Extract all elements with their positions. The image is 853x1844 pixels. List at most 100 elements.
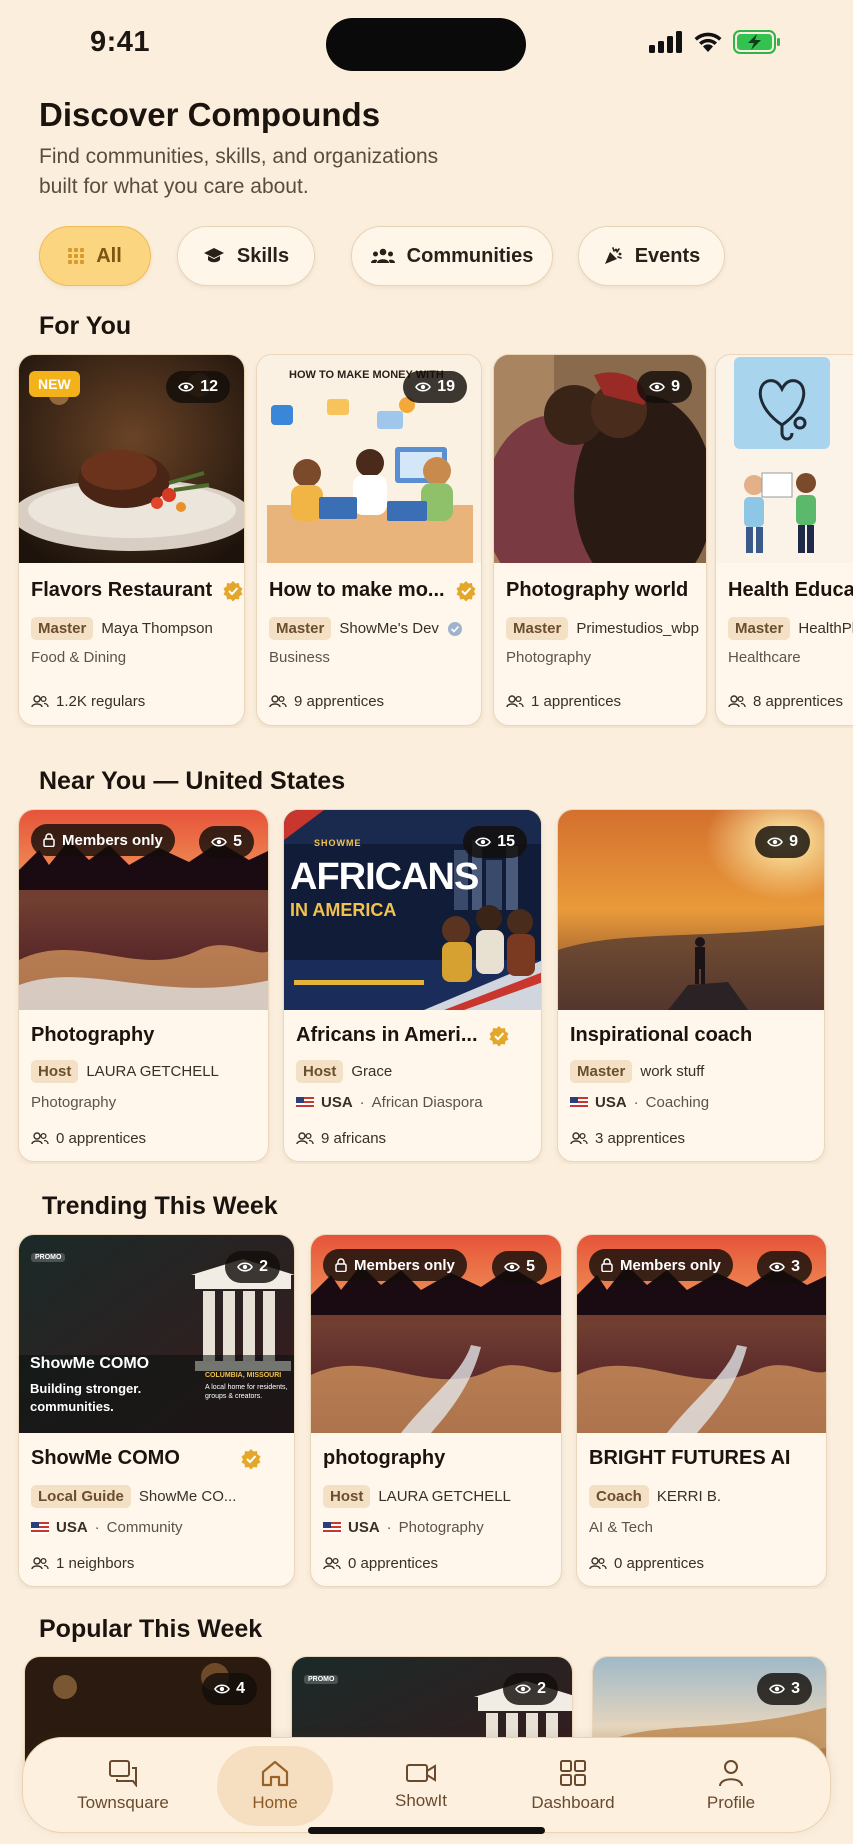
location-category-line: USA · Photography bbox=[323, 1519, 484, 1536]
member-count: 1 neighbors bbox=[56, 1555, 135, 1572]
members-only-label: Members only bbox=[62, 831, 163, 849]
host-name: work stuff bbox=[640, 1063, 705, 1080]
compound-card[interactable]: Members only 3 BRIGHT FUTURES AI Coach K… bbox=[576, 1234, 827, 1587]
country: USA bbox=[321, 1094, 353, 1111]
filter-chip-all[interactable]: All bbox=[39, 226, 151, 286]
members-only-pill: Members only bbox=[323, 1249, 467, 1281]
host-name: LAURA GETCHELL bbox=[378, 1488, 511, 1505]
people-outline-icon bbox=[570, 1132, 588, 1145]
card-title[interactable]: Flavors Restaurant bbox=[31, 579, 244, 602]
member-count: 3 apprentices bbox=[595, 1130, 686, 1147]
for-you-row[interactable]: NEW 12 Flavors Restaurant Master Maya Th… bbox=[0, 354, 853, 728]
member-count-line: 0 apprentices bbox=[589, 1555, 704, 1572]
compound-card[interactable]: NEW 12 Flavors Restaurant Master Maya Th… bbox=[18, 354, 245, 726]
verified-check-icon bbox=[447, 621, 462, 636]
category-line: Food & Dining bbox=[31, 649, 126, 666]
compound-card[interactable]: 9 Inspirational coach Master work stuff … bbox=[557, 809, 825, 1162]
dashboard-grid-icon bbox=[560, 1760, 586, 1786]
role-tag: Host bbox=[31, 1060, 79, 1083]
role-tag: Master bbox=[728, 617, 791, 640]
filter-chip-communities[interactable]: Communities bbox=[351, 226, 553, 286]
us-flag-icon bbox=[296, 1096, 314, 1109]
status-icons bbox=[649, 30, 781, 54]
view-count: 2 bbox=[537, 1680, 546, 1697]
card-title-text: BRIGHT FUTURES AI bbox=[589, 1447, 791, 1469]
compound-card[interactable]: 9 Photography world Master Primestudios_… bbox=[493, 354, 707, 726]
nav-townsquare[interactable]: Townsquare bbox=[65, 1746, 181, 1826]
nav-showit[interactable]: ShowIt bbox=[363, 1746, 479, 1826]
nav-profile[interactable]: Profile bbox=[673, 1746, 789, 1826]
grid-icon bbox=[68, 248, 85, 264]
location-category-line: USA · Coaching bbox=[570, 1094, 709, 1111]
role-tag: Master bbox=[269, 617, 332, 640]
card-title[interactable]: photography bbox=[323, 1447, 445, 1470]
category: Community bbox=[106, 1519, 183, 1536]
compound-card[interactable]: Health Educar Master HealthPl Healthcare… bbox=[715, 354, 853, 726]
member-count-line: 8 apprentices bbox=[728, 693, 843, 710]
card-title[interactable]: Photography bbox=[31, 1024, 154, 1047]
role-line: Master Maya Thompson bbox=[31, 617, 213, 640]
nav-label: Home bbox=[252, 1793, 298, 1812]
eye-icon bbox=[214, 1684, 231, 1694]
verified-badge-icon bbox=[223, 580, 243, 601]
category-line: AI & Tech bbox=[589, 1519, 653, 1536]
view-count: 4 bbox=[236, 1680, 245, 1697]
role-line: Master ShowMe's Dev bbox=[269, 617, 463, 640]
view-count: 15 bbox=[497, 833, 515, 850]
members-only-pill: Members only bbox=[589, 1249, 733, 1281]
compound-card[interactable]: PROMO ShowMe COMO Building stronger. com… bbox=[18, 1234, 295, 1587]
filter-chip-label: Skills bbox=[236, 244, 290, 267]
category: Photography bbox=[31, 1094, 117, 1111]
filter-chip-events[interactable]: Events bbox=[578, 226, 725, 286]
view-count: 3 bbox=[791, 1258, 800, 1275]
card-title-text: Photography bbox=[31, 1024, 155, 1046]
compound-card[interactable]: SHOWME AFRICANS IN AMERICA 15 Africans i… bbox=[283, 809, 542, 1162]
status-bar: 9:41 bbox=[0, 0, 853, 90]
category: Coaching bbox=[645, 1094, 710, 1111]
member-count-line: 0 apprentices bbox=[323, 1555, 438, 1572]
eye-icon bbox=[237, 1262, 254, 1272]
nav-home[interactable]: Home bbox=[217, 1746, 333, 1826]
separator-dot: · bbox=[633, 1094, 639, 1111]
role-line: Coach KERRI B. bbox=[589, 1485, 721, 1508]
eye-icon bbox=[211, 837, 228, 847]
trending-row[interactable]: PROMO ShowMe COMO Building stronger. com… bbox=[0, 1234, 853, 1589]
category: Food & Dining bbox=[31, 649, 127, 666]
lock-icon bbox=[43, 833, 55, 847]
thumbnail-tagline: Building stronger. communities. bbox=[30, 1381, 142, 1414]
view-count: 9 bbox=[671, 378, 680, 395]
near-you-row[interactable]: Members only 5 Photography Host LAURA GE… bbox=[0, 809, 853, 1164]
card-title[interactable]: Health Educar bbox=[728, 579, 853, 602]
people-icon bbox=[370, 248, 395, 263]
card-title[interactable]: Photography world bbox=[506, 579, 688, 602]
separator-dot: · bbox=[359, 1094, 365, 1111]
chat-icon bbox=[109, 1760, 137, 1787]
role-line: Master HealthPl bbox=[728, 617, 853, 640]
view-count-pill: 3 bbox=[757, 1673, 812, 1705]
host-name: ShowMe's Dev bbox=[339, 620, 439, 637]
view-count-pill: 5 bbox=[492, 1251, 547, 1283]
role-tag: Master bbox=[31, 617, 94, 640]
card-title[interactable]: Inspirational coach bbox=[570, 1024, 752, 1047]
promo-label: PROMO bbox=[31, 1253, 66, 1262]
filter-chip-skills[interactable]: Skills bbox=[177, 226, 315, 286]
member-count-line: 3 apprentices bbox=[570, 1130, 685, 1147]
category-line: Healthcare bbox=[728, 649, 801, 666]
eye-icon bbox=[769, 1262, 786, 1272]
card-title[interactable]: Africans in Ameri... bbox=[296, 1024, 510, 1047]
people-outline-icon bbox=[31, 1557, 49, 1570]
us-flag-icon bbox=[31, 1521, 49, 1534]
category: Healthcare bbox=[728, 649, 801, 666]
compound-card[interactable]: Members only 5 photography Host LAURA GE… bbox=[310, 1234, 562, 1587]
card-title[interactable]: BRIGHT FUTURES AI bbox=[589, 1447, 790, 1470]
country: USA bbox=[56, 1519, 88, 1536]
card-title[interactable]: ShowMe COMO bbox=[31, 1447, 262, 1470]
category-line: Business bbox=[269, 649, 330, 666]
verified-badge-icon bbox=[489, 1025, 509, 1046]
lock-icon bbox=[335, 1258, 347, 1272]
nav-dashboard[interactable]: Dashboard bbox=[515, 1746, 631, 1826]
compound-card[interactable]: Members only 5 Photography Host LAURA GE… bbox=[18, 809, 269, 1162]
compound-card[interactable]: HOW TO MAKE MONEY WITH 19 How to make mo… bbox=[256, 354, 482, 726]
eye-icon bbox=[504, 1262, 521, 1272]
card-title[interactable]: How to make mo... bbox=[269, 579, 477, 602]
